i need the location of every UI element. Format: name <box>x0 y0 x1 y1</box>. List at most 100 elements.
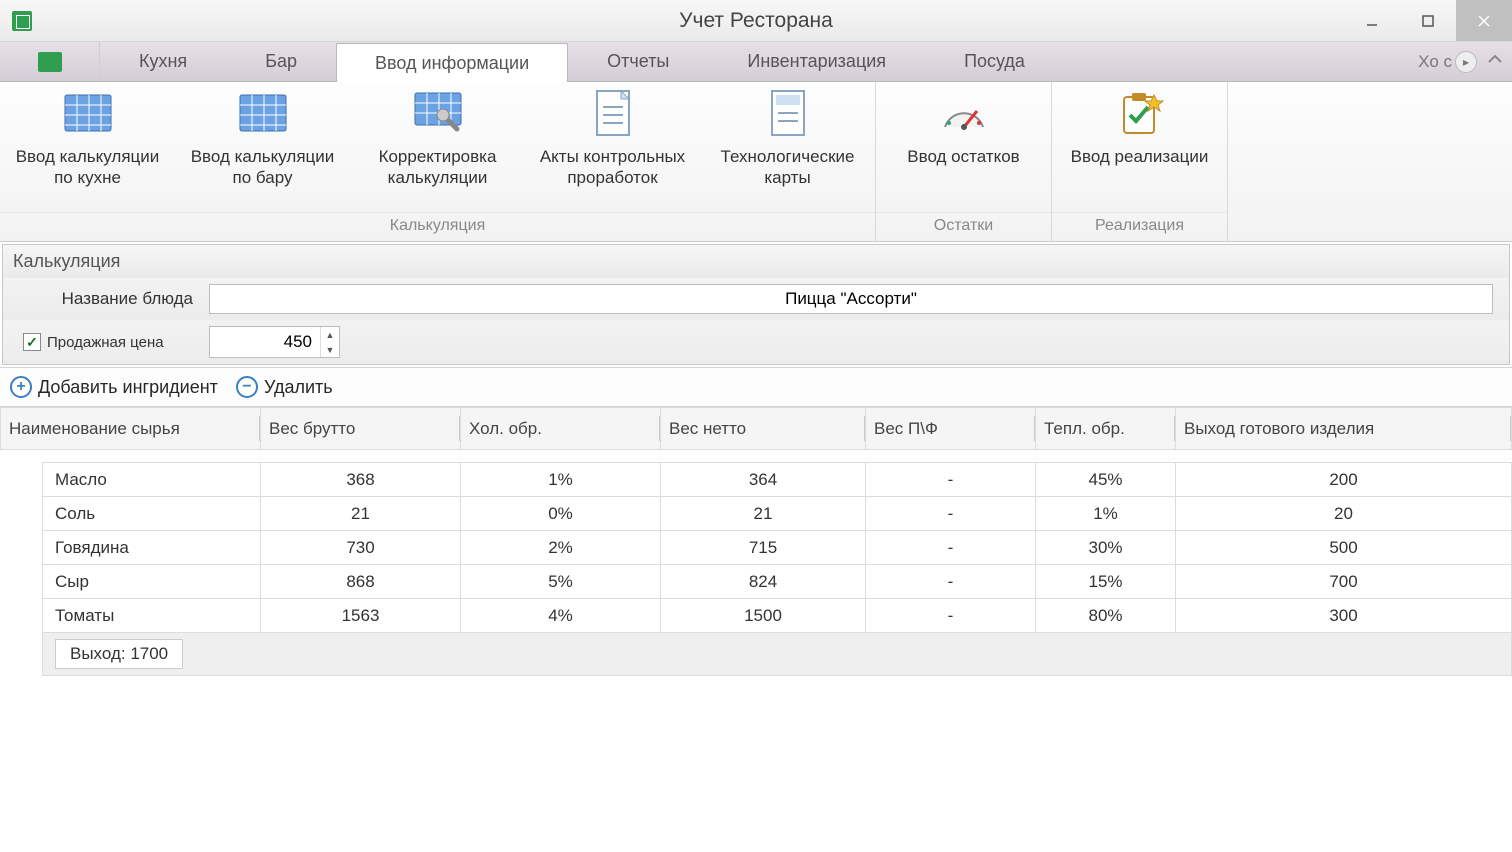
minus-icon: − <box>236 376 258 398</box>
cell-out[interactable]: 700 <box>1176 565 1512 599</box>
spin-down-button[interactable]: ▼ <box>321 342 339 357</box>
cell-net[interactable]: 715 <box>661 531 866 565</box>
cell-pf[interactable]: - <box>866 599 1036 633</box>
cell-gross[interactable]: 868 <box>261 565 461 599</box>
tab-0[interactable]: Кухня <box>100 42 226 81</box>
window-controls <box>1344 0 1512 41</box>
cell-heat[interactable]: 30% <box>1036 531 1176 565</box>
spin-up-button[interactable]: ▲ <box>321 327 339 342</box>
tab-4[interactable]: Инвентаризация <box>708 42 925 81</box>
cell-gross[interactable]: 368 <box>261 463 461 497</box>
cell-pf[interactable]: - <box>866 497 1036 531</box>
cell-out[interactable]: 20 <box>1176 497 1512 531</box>
cell-net[interactable]: 1500 <box>661 599 866 633</box>
ribbon-group-label: Калькуляция <box>0 212 875 241</box>
cell-heat[interactable]: 45% <box>1036 463 1176 497</box>
cell-net[interactable]: 21 <box>661 497 866 531</box>
grid-icon <box>238 88 288 138</box>
ribbon: Ввод калькуляции по кухнеВвод калькуляци… <box>0 82 1512 242</box>
close-button[interactable] <box>1456 0 1512 41</box>
app-menu-tab[interactable] <box>0 42 100 81</box>
ingredients-table: Наименование сырьяВес бруттоХол. обр.Вес… <box>0 407 1512 450</box>
cell-cold[interactable]: 1% <box>461 463 661 497</box>
cell-cold[interactable]: 0% <box>461 497 661 531</box>
maximize-button[interactable] <box>1400 0 1456 41</box>
delete-ingredient-label: Удалить <box>264 377 333 398</box>
cell-name[interactable]: Масло <box>43 463 261 497</box>
ribbon-btn-label: Ввод реализации <box>1058 146 1221 167</box>
table-row[interactable]: Масло3681%364-45%200 <box>43 463 1512 497</box>
dish-name-label: Название блюда <box>19 289 209 309</box>
ingredients-data: Масло3681%364-45%200Соль210%21-1%20Говяд… <box>42 462 1512 676</box>
ribbon-group-label: Остатки <box>876 212 1051 241</box>
tab-1[interactable]: Бар <box>226 42 336 81</box>
cell-pf[interactable]: - <box>866 565 1036 599</box>
cell-name[interactable]: Томаты <box>43 599 261 633</box>
delete-ingredient-button[interactable]: − Удалить <box>236 376 333 398</box>
tab-5[interactable]: Посуда <box>925 42 1064 81</box>
cell-cold[interactable]: 2% <box>461 531 661 565</box>
ribbon-btn-kitchen-calc[interactable]: Ввод калькуляции по кухне <box>0 88 175 189</box>
dish-name-input[interactable] <box>209 284 1493 314</box>
total-output-label: Выход: 1700 <box>55 639 183 669</box>
col-header-4[interactable]: Вес П\Ф <box>866 408 1036 450</box>
cell-pf[interactable]: - <box>866 531 1036 565</box>
col-header-6[interactable]: Выход готового изделия <box>1176 408 1512 450</box>
cell-name[interactable]: Сыр <box>43 565 261 599</box>
add-ingredient-button[interactable]: + Добавить ингридиент <box>10 376 218 398</box>
cell-name[interactable]: Говядина <box>43 531 261 565</box>
minimize-button[interactable] <box>1344 0 1400 41</box>
cell-gross[interactable]: 21 <box>261 497 461 531</box>
tabs-overflow-hint: Хо с <box>1418 52 1452 72</box>
cell-net[interactable]: 364 <box>661 463 866 497</box>
tab-2[interactable]: Ввод информации <box>336 43 568 82</box>
ribbon-btn-label: Ввод калькуляции по кухне <box>6 146 169 189</box>
col-header-3[interactable]: Вес нетто <box>661 408 866 450</box>
col-header-1[interactable]: Вес брутто <box>261 408 461 450</box>
cell-heat[interactable]: 15% <box>1036 565 1176 599</box>
tab-3[interactable]: Отчеты <box>568 42 708 81</box>
tabs-row: КухняБарВвод информацииОтчетыИнвентариза… <box>0 42 1512 82</box>
ribbon-group-0: Ввод калькуляции по кухнеВвод калькуляци… <box>0 82 876 241</box>
ribbon-btn-label: Корректировка калькуляции <box>356 146 519 189</box>
col-header-0[interactable]: Наименование сырья <box>1 408 261 450</box>
table-row[interactable]: Соль210%21-1%20 <box>43 497 1512 531</box>
ribbon-btn-tech-cards[interactable]: Технологические карты <box>700 88 875 189</box>
doc-lines-icon <box>763 88 813 138</box>
ribbon-btn-stock-input[interactable]: Ввод остатков <box>876 88 1051 167</box>
ribbon-btn-label: Ввод остатков <box>882 146 1045 167</box>
cell-pf[interactable]: - <box>866 463 1036 497</box>
table-row[interactable]: Томаты15634%1500-80%300 <box>43 599 1512 633</box>
sale-price-checkbox[interactable] <box>23 333 41 351</box>
cell-out[interactable]: 500 <box>1176 531 1512 565</box>
col-header-2[interactable]: Хол. обр. <box>461 408 661 450</box>
tabs-scroll-right[interactable]: ▸ <box>1455 51 1477 73</box>
cell-heat[interactable]: 1% <box>1036 497 1176 531</box>
sale-price-input[interactable] <box>210 327 320 357</box>
cell-heat[interactable]: 80% <box>1036 599 1176 633</box>
ribbon-btn-control-acts[interactable]: Акты контрольных проработок <box>525 88 700 189</box>
add-ingredient-label: Добавить ингридиент <box>38 377 218 398</box>
ingredient-toolbar: + Добавить ингридиент − Удалить <box>0 367 1512 407</box>
plus-icon: + <box>10 376 32 398</box>
ribbon-btn-label: Акты контрольных проработок <box>531 146 694 189</box>
cell-gross[interactable]: 730 <box>261 531 461 565</box>
table-row[interactable]: Говядина7302%715-30%500 <box>43 531 1512 565</box>
app-menu-icon <box>38 52 62 72</box>
cell-cold[interactable]: 4% <box>461 599 661 633</box>
cell-cold[interactable]: 5% <box>461 565 661 599</box>
cell-out[interactable]: 300 <box>1176 599 1512 633</box>
ribbon-btn-sales-input[interactable]: Ввод реализации <box>1052 88 1227 167</box>
grid-icon <box>63 88 113 138</box>
ribbon-btn-bar-calc[interactable]: Ввод калькуляции по бару <box>175 88 350 189</box>
cell-name[interactable]: Соль <box>43 497 261 531</box>
grid-wrench-icon <box>413 88 463 138</box>
ribbon-collapse-button[interactable] <box>1486 52 1504 72</box>
cell-out[interactable]: 200 <box>1176 463 1512 497</box>
table-row[interactable]: Сыр8685%824-15%700 <box>43 565 1512 599</box>
window-title: Учет Ресторана <box>0 9 1512 33</box>
cell-net[interactable]: 824 <box>661 565 866 599</box>
col-header-5[interactable]: Тепл. обр. <box>1036 408 1176 450</box>
cell-gross[interactable]: 1563 <box>261 599 461 633</box>
ribbon-btn-correct-calc[interactable]: Корректировка калькуляции <box>350 88 525 189</box>
